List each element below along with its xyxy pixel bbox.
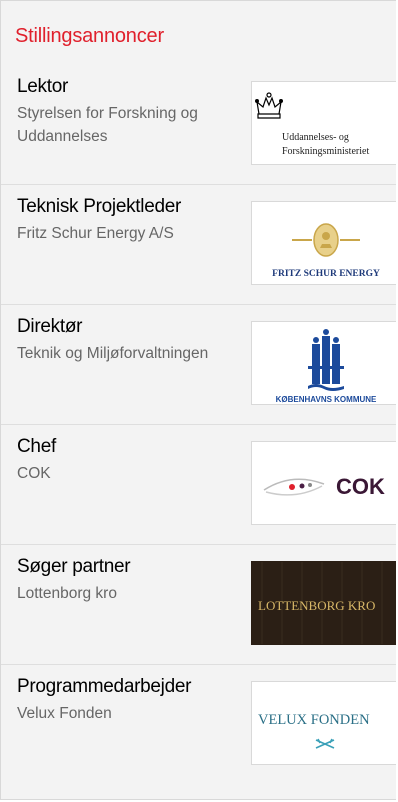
fritz-schur-energy-logo[interactable]: FRITZ SCHUR ENERGY (251, 201, 396, 285)
job-title[interactable]: Søger partner (17, 556, 131, 578)
divider (1, 184, 396, 185)
job-company: Lottenborg kro (17, 585, 117, 602)
job-listing[interactable]: Lektor Styrelsen for Forskning og Uddann… (1, 76, 396, 196)
job-listing[interactable]: Direktør Teknik og Miljøforvaltningen KØ… (1, 316, 396, 436)
section-title: Stillingsannoncer (15, 25, 164, 47)
divider (1, 664, 396, 665)
logo-text: KØBENHAVNS KOMMUNE (276, 395, 377, 404)
cok-logo[interactable]: COK (251, 441, 396, 525)
job-title[interactable]: Chef (17, 436, 56, 458)
job-company: Styrelsen for Forskning og Uddannelses (17, 105, 198, 145)
job-listing[interactable]: Chef COK COK (1, 436, 396, 556)
uddannelses-og-forskningsministeriet-logo[interactable]: Uddannelses- og Forskningsministeriet (251, 81, 396, 165)
logo-text-line1: Uddannelses- og (282, 132, 349, 143)
job-company: COK (17, 465, 51, 482)
divider (1, 304, 396, 305)
velux-fonden-logo[interactable]: VELUX FONDEN (251, 681, 396, 765)
emblem-icon (292, 223, 360, 257)
job-listings-panel: Stillingsannoncer Lektor Styrelsen for F… (0, 0, 396, 800)
job-company: Velux Fonden (17, 705, 112, 722)
divider (1, 544, 396, 545)
swoosh-icon (263, 478, 325, 496)
crossed-feathers-icon (315, 738, 335, 749)
job-listing[interactable]: Programmedarbejder Velux Fonden VELUX FO… (1, 676, 396, 796)
job-listing[interactable]: Teknisk Projektleder Fritz Schur Energy … (1, 196, 396, 316)
job-title[interactable]: Direktør (17, 316, 82, 338)
divider (1, 424, 396, 425)
logo-text: COK (336, 474, 385, 499)
job-listing[interactable]: Søger partner Lottenborg kro LOTTENBORG … (1, 556, 396, 676)
koebenhavns-kommune-logo[interactable]: KØBENHAVNS KOMMUNE (251, 321, 396, 405)
lottenborg-kro-logo[interactable]: LOTTENBORG KRO (251, 561, 396, 645)
job-company: Teknik og Miljøforvaltningen (17, 345, 209, 362)
logo-text-line2: Forskningsministeriet (282, 146, 369, 157)
logo-text: FRITZ SCHUR ENERGY (272, 269, 380, 279)
castle-towers-icon (308, 329, 344, 391)
job-title[interactable]: Teknisk Projektleder (17, 196, 181, 218)
job-title[interactable]: Programmedarbejder (17, 676, 191, 698)
logo-text: VELUX FONDEN (258, 712, 370, 728)
crown-icon (255, 92, 284, 119)
job-title[interactable]: Lektor (17, 76, 68, 98)
logo-text: LOTTENBORG KRO (258, 598, 375, 613)
job-company: Fritz Schur Energy A/S (17, 225, 174, 242)
